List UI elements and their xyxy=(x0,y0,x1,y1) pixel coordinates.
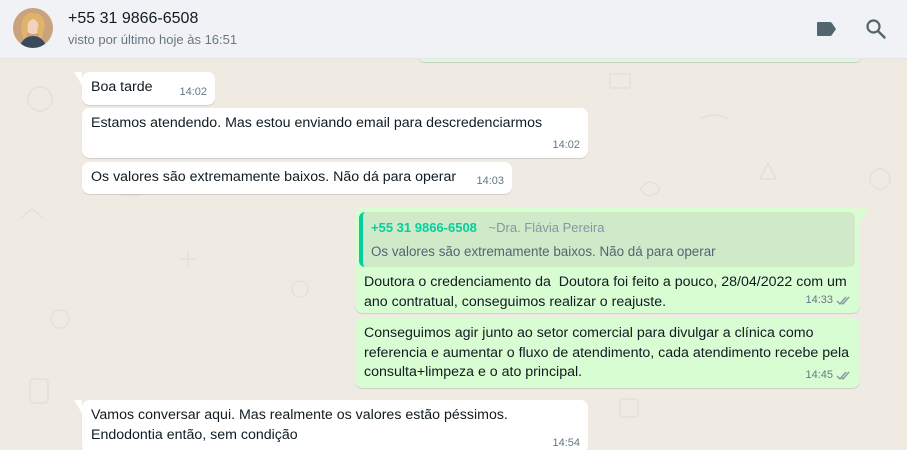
double-check-icon xyxy=(836,371,850,380)
quoted-message[interactable]: +55 31 9866-6508 ~Dra. Flávia Pereira Os… xyxy=(359,212,855,267)
incoming-message[interactable]: Boa tarde 14:02 xyxy=(74,72,215,105)
outgoing-message[interactable]: +55 31 9866-6508 ~Dra. Flávia Pereira Os… xyxy=(355,208,868,313)
incoming-message[interactable]: Vamos conversar aqui. Mas realmente os v… xyxy=(74,400,588,450)
message-text: Os valores são extremamente baixos. Não … xyxy=(91,169,457,185)
bubble-tail xyxy=(860,208,868,221)
message-meta: 14:45 xyxy=(805,366,852,386)
contact-avatar[interactable] xyxy=(13,8,53,48)
bubble-tail xyxy=(74,400,82,413)
last-seen-status: visto por último hoje às 16:51 xyxy=(68,32,238,47)
message-time: 14:33 xyxy=(805,293,833,306)
label-icon[interactable] xyxy=(814,17,838,41)
message-time: 14:45 xyxy=(805,368,833,381)
message-text: Estamos atendendo. Mas estou enviando em… xyxy=(91,115,543,131)
contact-name[interactable]: +55 31 9866-6508 xyxy=(68,10,198,28)
message-time: 14:54 xyxy=(552,437,580,449)
quoted-text: Os valores são extremamente baixos. Não … xyxy=(371,243,716,259)
message-time: 14:02 xyxy=(552,138,580,151)
incoming-message[interactable]: Os valores são extremamente baixos. Não … xyxy=(82,162,512,194)
search-icon[interactable] xyxy=(864,17,888,41)
quoted-sender-alias: ~Dra. Flávia Pereira xyxy=(488,220,605,235)
outgoing-message[interactable]: Conseguimos agir junto ao setor comercia… xyxy=(355,318,860,388)
message-text: Vamos conversar aqui. Mas realmente os v… xyxy=(91,407,512,443)
message-time: 14:02 xyxy=(179,85,207,98)
double-check-icon xyxy=(836,296,850,305)
chat-header[interactable]: +55 31 9866-6508 visto por último hoje à… xyxy=(0,0,907,59)
message-text: Doutora o credenciamento da Doutora foi … xyxy=(364,274,851,310)
message-meta: 14:33 xyxy=(805,291,852,311)
message-list[interactable]: Boa tarde 14:02 Estamos atendendo. Mas e… xyxy=(0,59,907,450)
message-text: Conseguimos agir junto ao setor comercia… xyxy=(364,325,854,380)
bubble-tail xyxy=(74,72,82,85)
incoming-message[interactable]: Estamos atendendo. Mas estou enviando em… xyxy=(82,108,588,158)
quoted-sender-phone: +55 31 9866-6508 xyxy=(371,220,477,235)
message-time: 14:03 xyxy=(476,174,504,187)
previous-message-remnant xyxy=(418,59,862,62)
